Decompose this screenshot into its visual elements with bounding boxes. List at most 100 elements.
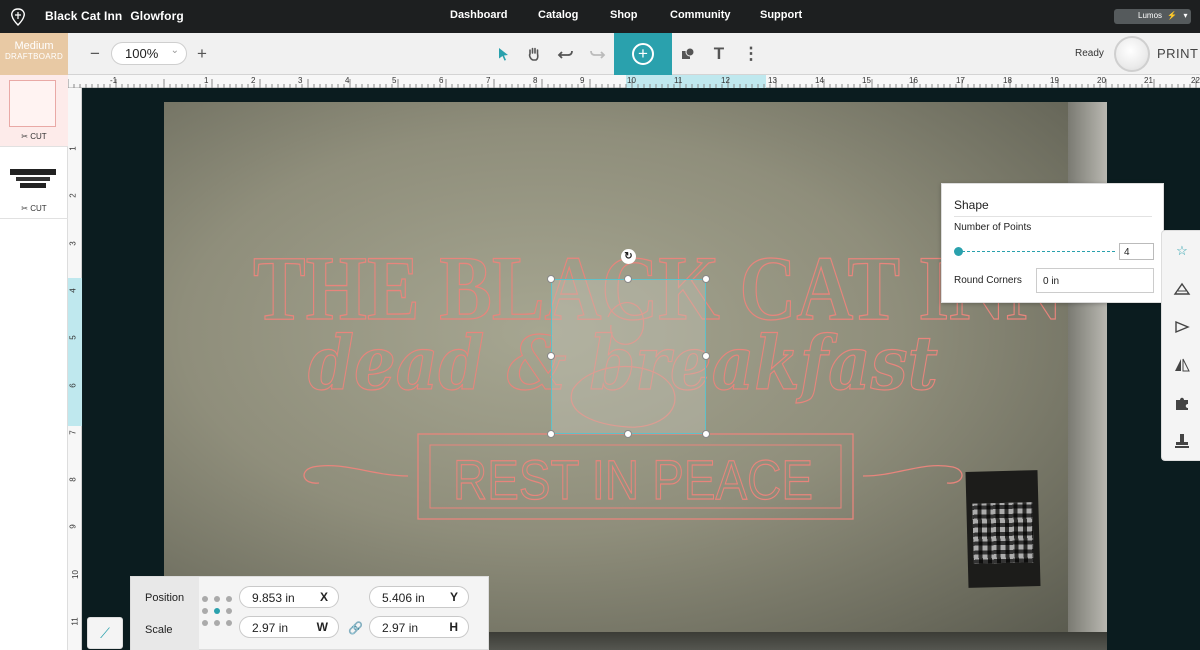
width-axis-label: W (316, 620, 328, 634)
logo-icon[interactable] (8, 7, 28, 27)
ruler-tick-label: 11 (70, 617, 80, 626)
artwork-banner-line: REST IN PEACE (453, 448, 813, 511)
ruler-tick-label: 22 (1191, 76, 1200, 85)
star-icon[interactable]: ☆ (1172, 241, 1192, 261)
resize-handle-bottom-left[interactable] (547, 430, 555, 438)
design-canvas[interactable]: THE BLACK CAT INN dead & breakfast REST … (83, 89, 1200, 650)
x-position-field[interactable]: 9.853 in X (239, 586, 339, 608)
thumbnail-operation: ✂ CUT (21, 132, 47, 141)
add-artwork-button[interactable]: + (614, 33, 672, 75)
ruler-tick-label: 8 (533, 76, 538, 85)
ruler-tick-label: 7 (486, 76, 491, 85)
more-icon[interactable]: ⋮ (740, 43, 762, 65)
width-value: 2.97 in (252, 621, 289, 635)
project-name-suffix: Glowforg (130, 9, 184, 23)
print-label[interactable]: PRINT (1157, 46, 1199, 61)
print-button[interactable] (1114, 36, 1150, 72)
project-title[interactable]: Black Cat Inn Glowforg (45, 9, 184, 23)
nav-link-shop[interactable]: Shop (610, 9, 638, 21)
zoom-out-button[interactable]: − (84, 43, 106, 65)
round-corners-input[interactable]: 0 in (1036, 268, 1154, 293)
zoom-value: 100% (125, 46, 159, 61)
ruler-tick-label: 12 (721, 76, 730, 85)
puzzle-icon[interactable] (1172, 393, 1192, 413)
ruler-tick-label: 1 (68, 146, 78, 151)
nav-link-dashboard[interactable]: Dashboard (450, 9, 507, 21)
anchor-point-grid[interactable] (202, 596, 234, 628)
tool-rail: ☆ (1161, 230, 1200, 461)
ruler-tick-label: 10 (627, 76, 636, 85)
ruler-tick-label: 21 (1144, 76, 1153, 85)
ruler-tick-label: 3 (298, 76, 303, 85)
round-corners-label: Round Corners (954, 275, 1022, 286)
rotate-icon[interactable]: ↻ (621, 249, 636, 264)
resize-handle-top-left[interactable] (547, 275, 555, 283)
horizontal-ruler: -1 1 2 3 4 5 6 7 8 9 10 11 12 13 14 15 16 17 18 19 20 21 22 (68, 75, 1200, 88)
resize-handle-right[interactable] (702, 352, 710, 360)
points-input[interactable]: 4 (1119, 243, 1154, 260)
thumbnail-shape[interactable]: ✂ CUT (0, 75, 68, 147)
points-label: Number of Points (954, 222, 1032, 233)
points-slider[interactable] (957, 251, 1115, 252)
thumbnail-operation: ✂ CUT (21, 204, 47, 213)
text-icon[interactable]: T (708, 43, 730, 65)
bolt-icon: ⚡ (1167, 11, 1178, 20)
ruler-tick-label: 10 (70, 569, 80, 579)
points-slider-handle[interactable] (954, 247, 963, 256)
ruler-tick-label: 4 (345, 76, 350, 85)
selected-shape[interactable] (551, 279, 706, 434)
redo-icon[interactable] (586, 43, 608, 65)
hand-icon[interactable] (523, 43, 545, 65)
ruler-tick-label: 4 (68, 288, 78, 293)
ruler-tick-label: 1 (204, 76, 209, 85)
y-position-field[interactable]: 5.406 in Y (369, 586, 469, 608)
height-field[interactable]: 2.97 in H (369, 616, 469, 638)
ruler-tick-label: 8 (68, 477, 78, 482)
artwork-thumbnail-list: ✂ CUT ✂ CUT (0, 75, 68, 650)
glowforge-app: Black Cat Inn Glowforg Dashboard Catalog … (0, 0, 1200, 650)
toolbar: Medium DRAFTBOARD − 100% ⌄ + + T ⋮ Ready (0, 33, 1200, 75)
user-menu[interactable]: Lumos ⚡ ▾ (1114, 9, 1191, 24)
chevron-down-icon: ▾ (1183, 11, 1188, 20)
status-text: Ready (1075, 48, 1104, 59)
zoom-select[interactable]: 100% ⌄ (111, 42, 187, 65)
scale-label: Scale (145, 624, 173, 636)
height-value: 2.97 in (382, 621, 419, 635)
ruler-tick-label: 2 (251, 76, 256, 85)
ruler-icon[interactable]: ⟋ (87, 617, 123, 649)
resize-handle-bottom-right[interactable] (702, 430, 710, 438)
ruler-tick-label: 7 (68, 430, 78, 435)
thumbnail-artwork[interactable]: ✂ CUT (0, 147, 68, 219)
resize-handle-top-right[interactable] (702, 275, 710, 283)
resize-handle-top[interactable] (624, 275, 632, 283)
mirror-icon[interactable] (1172, 355, 1192, 375)
ruler-tick-label: 9 (68, 524, 78, 530)
align-icon[interactable] (1172, 279, 1192, 299)
material-selector[interactable]: Medium DRAFTBOARD (0, 33, 68, 75)
x-axis-label: X (319, 590, 328, 604)
resize-handle-left[interactable] (547, 352, 555, 360)
width-field[interactable]: 2.97 in W (239, 616, 339, 638)
user-name: Lumos (1138, 11, 1163, 20)
undo-icon[interactable] (555, 43, 577, 65)
zoom-in-button[interactable]: + (191, 43, 213, 65)
add-icon: + (632, 43, 654, 65)
cut-icon: ✂ (21, 204, 31, 213)
shapes-icon[interactable] (677, 43, 699, 65)
select-arrow-icon[interactable] (492, 43, 514, 65)
chevron-down-icon: ⌄ (170, 45, 179, 56)
shape-properties-panel: Shape Number of Points 4 Round Corners 0… (941, 183, 1164, 303)
resize-handle-bottom[interactable] (624, 430, 632, 438)
nav-link-catalog[interactable]: Catalog (538, 9, 578, 21)
ruler-tick-label: 14 (815, 76, 824, 85)
y-axis-label: Y (449, 590, 458, 604)
thumbnail-shape-preview (9, 80, 56, 127)
nav-link-community[interactable]: Community (670, 9, 731, 21)
project-name: Black Cat Inn (45, 9, 123, 23)
nav-link-support[interactable]: Support (760, 9, 802, 21)
flip-icon[interactable] (1172, 317, 1192, 337)
stamp-icon[interactable] (1172, 431, 1192, 451)
link-icon[interactable]: 🔗 (348, 621, 363, 635)
ruler-tick-label: 17 (956, 76, 965, 85)
ruler-tick-label: 11 (674, 76, 683, 85)
